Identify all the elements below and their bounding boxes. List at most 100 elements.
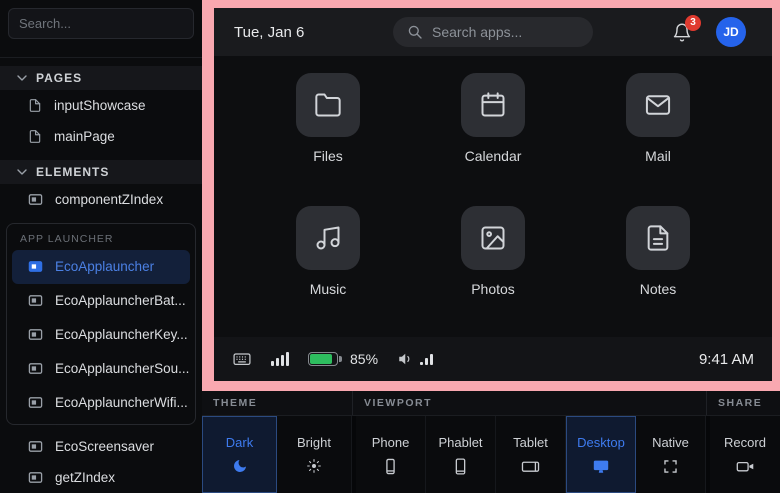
viewport-native-button[interactable]: Native — [636, 416, 706, 493]
app-launcher-group: APP LAUNCHER EcoApplauncher EcoApplaunch… — [6, 223, 196, 425]
sidebar-item-EcoApplauncherBat[interactable]: EcoApplauncherBat... — [12, 284, 190, 318]
theme-button-label: Bright — [297, 435, 331, 450]
volume-bars-icon — [420, 354, 433, 365]
theme-header: THEME — [202, 391, 352, 415]
component-icon — [28, 259, 43, 274]
app-music[interactable]: Music — [268, 206, 388, 297]
keyboard-icon[interactable] — [232, 349, 252, 369]
group-label: APP LAUNCHER — [7, 224, 195, 250]
app-search-input[interactable] — [432, 24, 572, 40]
toolbar-buttons: Dark Bright Phone Phablet — [202, 416, 780, 493]
notifications-button[interactable]: 3 — [672, 22, 692, 43]
viewport-button-label: Phablet — [438, 435, 482, 450]
notification-badge: 3 — [685, 15, 701, 31]
chevron-down-icon — [17, 165, 27, 179]
sidebar-item-label: EcoApplauncherSou... — [55, 361, 189, 376]
sun-icon — [306, 458, 322, 474]
sidebar-item-EcoApplauncher[interactable]: EcoApplauncher — [12, 250, 190, 284]
sidebar-item-EcoApplauncherKey[interactable]: EcoApplauncherKey... — [12, 318, 190, 352]
signal-bars-icon — [271, 352, 289, 366]
clock-label: 9:41 AM — [699, 351, 754, 368]
app-label: Notes — [640, 281, 677, 297]
sidebar-item-getZIndex[interactable]: getZIndex — [0, 462, 202, 493]
moon-icon — [232, 458, 248, 474]
battery-percent: 85% — [350, 351, 378, 367]
dev-toolbar: THEME VIEWPORT SHARE Dark Bright Phone — [202, 391, 780, 493]
app-grid: Files Calendar Mail — [214, 56, 772, 337]
sidebar-item-EcoApplauncherSou[interactable]: EcoApplauncherSou... — [12, 352, 190, 386]
viewport-tablet-button[interactable]: Tablet — [496, 416, 566, 493]
component-icon — [28, 293, 43, 308]
sidebar-section-pages[interactable]: PAGES — [0, 66, 202, 90]
page-icon — [28, 98, 42, 113]
tablet-icon — [521, 458, 540, 475]
sidebar-item-label: inputShowcase — [54, 98, 146, 113]
preview-statusbar: 85% 9:41 AM — [214, 337, 772, 381]
viewport-button-label: Tablet — [513, 435, 548, 450]
app-mail[interactable]: Mail — [598, 73, 718, 164]
search-icon — [407, 24, 423, 40]
app-notes[interactable]: Notes — [598, 206, 718, 297]
app-files[interactable]: Files — [268, 73, 388, 164]
viewport-header: VIEWPORT — [352, 391, 706, 415]
sidebar-item-label: EcoApplauncher — [55, 259, 154, 274]
component-icon — [28, 395, 43, 410]
sidebar-search-input[interactable] — [8, 8, 194, 39]
avatar[interactable]: JD — [716, 17, 746, 47]
app-calendar[interactable]: Calendar — [433, 73, 553, 164]
topbar-actions: 3 JD — [672, 17, 746, 47]
battery-icon — [308, 352, 342, 366]
chevron-down-icon — [17, 71, 27, 85]
sidebar-item-label: EcoApplauncherBat... — [55, 293, 186, 308]
viewport-phone-button[interactable]: Phone — [356, 416, 426, 493]
sidebar-item-label: EcoApplauncherWifi... — [55, 395, 188, 410]
app-label: Photos — [471, 281, 515, 297]
folder-icon — [296, 73, 360, 137]
notes-icon — [626, 206, 690, 270]
theme-button-label: Dark — [226, 435, 253, 450]
desktop-icon — [592, 458, 610, 475]
photos-icon — [461, 206, 525, 270]
sidebar-item-EcoApplauncherWifi[interactable]: EcoApplauncherWifi... — [12, 386, 190, 420]
app-launcher-preview: Tue, Jan 6 3 JD — [214, 8, 772, 381]
app-row: Files Calendar Mail — [268, 73, 718, 164]
app-label: Calendar — [465, 148, 522, 164]
sidebar-section-elements[interactable]: ELEMENTS — [0, 160, 202, 184]
sidebar: PAGES inputShowcase mainPage ELEMENTS co… — [0, 0, 202, 493]
sidebar-item-label: EcoApplauncherKey... — [55, 327, 188, 342]
phablet-icon — [452, 458, 469, 475]
viewport-phablet-button[interactable]: Phablet — [426, 416, 496, 493]
mail-icon — [626, 73, 690, 137]
sidebar-search — [8, 8, 194, 39]
volume-indicator[interactable] — [397, 350, 433, 368]
battery-indicator: 85% — [308, 351, 378, 367]
sidebar-item-label: componentZIndex — [55, 192, 163, 207]
page-icon — [28, 129, 42, 144]
theme-bright-button[interactable]: Bright — [277, 416, 352, 493]
share-record-button[interactable]: Record — [710, 416, 780, 493]
viewport-desktop-button[interactable]: Desktop — [566, 416, 636, 493]
app-label: Mail — [645, 148, 671, 164]
viewport-button-label: Desktop — [577, 435, 625, 450]
share-button-label: Record — [724, 435, 766, 450]
sidebar-item-EcoScreensaver[interactable]: EcoScreensaver — [0, 431, 202, 462]
music-icon — [296, 206, 360, 270]
share-header: SHARE — [706, 391, 780, 415]
app-label: Files — [313, 148, 343, 164]
component-icon — [28, 361, 43, 376]
phone-icon — [382, 458, 399, 475]
sidebar-item-label: EcoScreensaver — [55, 439, 154, 454]
sidebar-item-mainPage[interactable]: mainPage — [0, 121, 202, 152]
theme-dark-button[interactable]: Dark — [202, 416, 277, 493]
sidebar-item-inputShowcase[interactable]: inputShowcase — [0, 90, 202, 121]
component-icon — [28, 470, 43, 485]
app-photos[interactable]: Photos — [433, 206, 553, 297]
native-fullscreen-icon — [662, 458, 679, 475]
app-row: Music Photos Notes — [268, 206, 718, 297]
video-camera-icon — [736, 458, 755, 475]
sidebar-divider — [0, 57, 202, 58]
app-search — [393, 17, 593, 47]
sidebar-item-componentZIndex[interactable]: componentZIndex — [0, 184, 202, 215]
section-label: PAGES — [36, 71, 82, 85]
component-icon — [28, 327, 43, 342]
